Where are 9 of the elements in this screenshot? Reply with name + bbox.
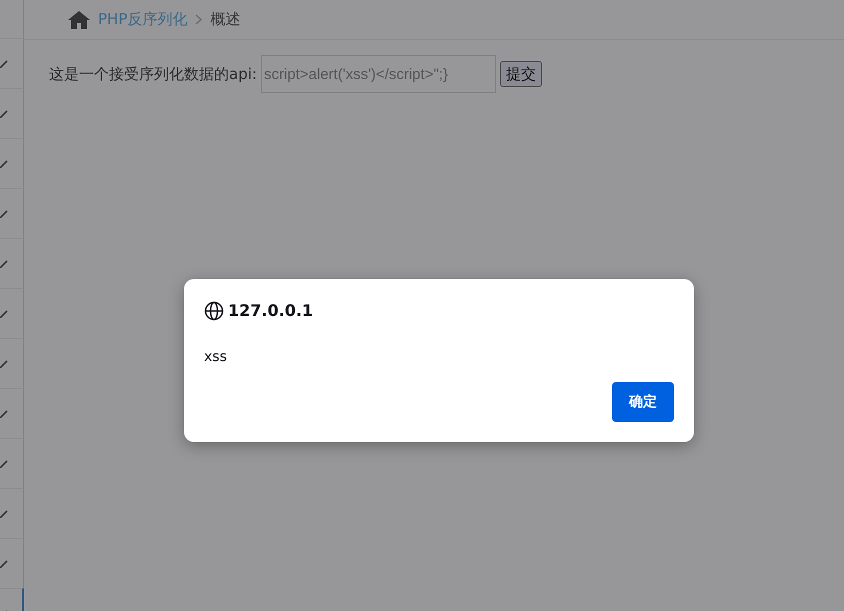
dialog-message: xss (204, 348, 228, 367)
submit-button[interactable]: 提交 (500, 60, 542, 88)
field-label: 这是一个接受序列化数据的api: (49, 64, 257, 85)
ok-button[interactable]: 确定 (612, 382, 674, 422)
breadcrumb-current: 概述 (210, 9, 240, 30)
chevron-right-icon (195, 14, 202, 25)
home-icon (68, 10, 90, 28)
globe-icon (204, 301, 224, 321)
dialog-title: 127.0.0.1 (228, 300, 314, 322)
